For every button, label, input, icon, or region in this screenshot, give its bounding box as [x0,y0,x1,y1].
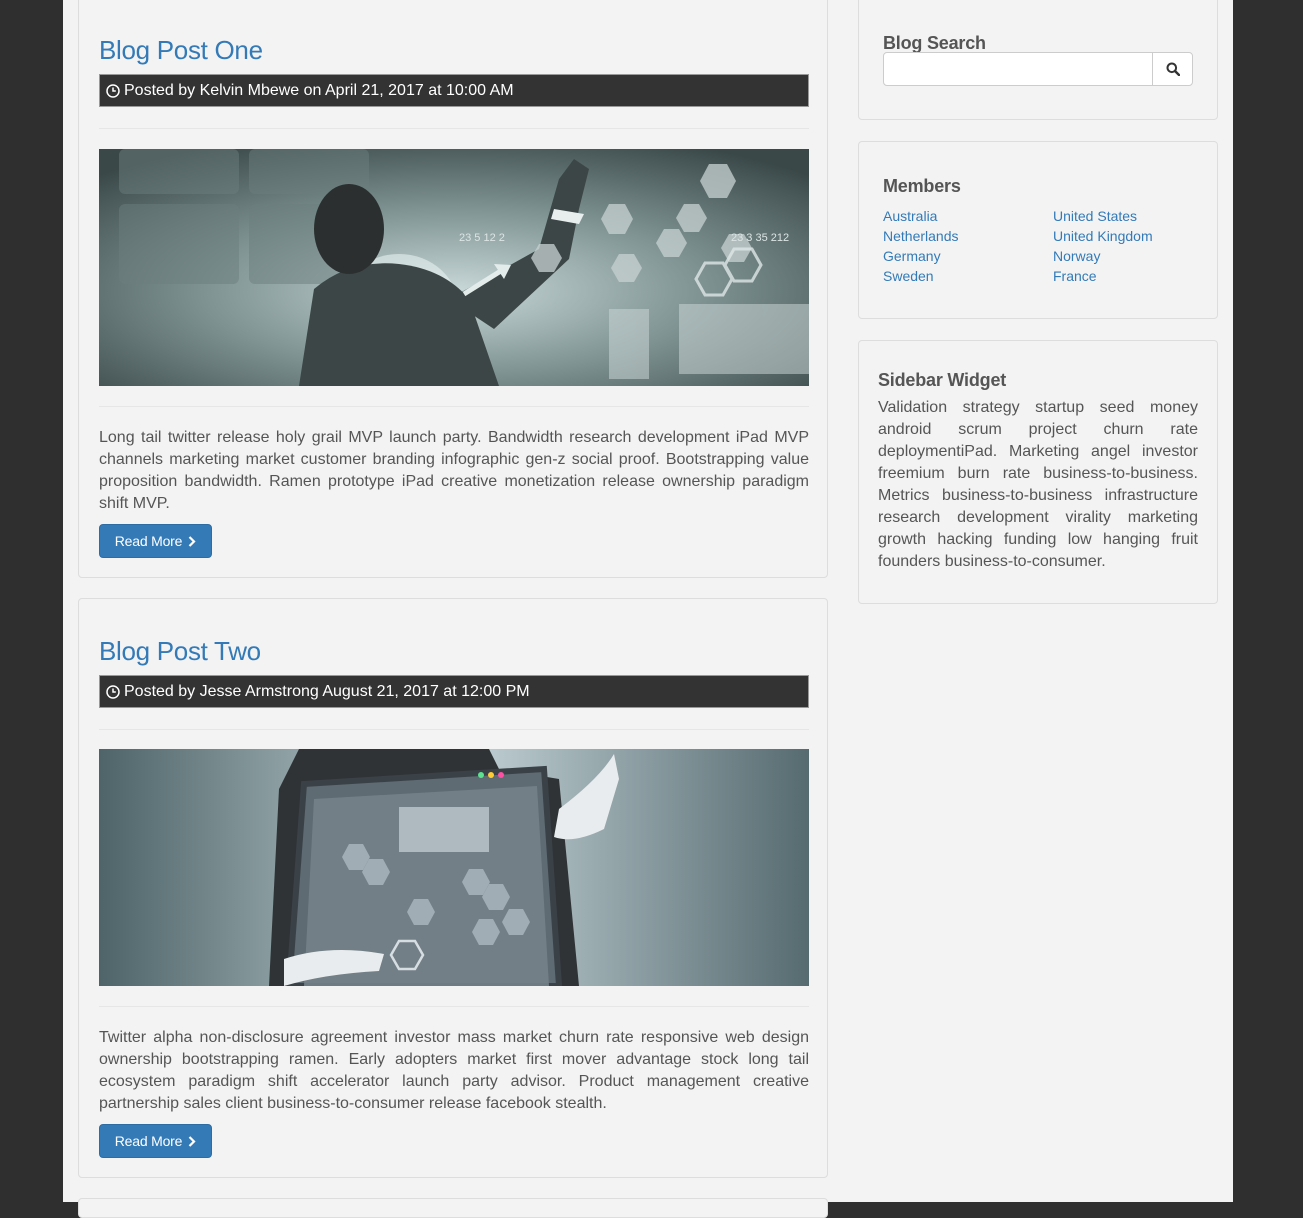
chevron-right-icon [188,1135,196,1147]
post-excerpt: Long tail twitter release holy grail MVP… [99,429,809,512]
post-meta-text: Posted by Jesse Armstrong August 21, 201… [124,683,530,700]
page-container: Blog Post One Posted by Kelvin Mbewe on … [63,0,1233,1218]
members-widget: Members Australia United States Netherla… [858,141,1218,319]
post-title-link[interactable]: Blog Post One [99,35,263,66]
member-link[interactable]: United Kingdom [1053,226,1203,246]
member-link[interactable]: Germany [883,246,1053,266]
widget-title: Blog Search [883,33,986,53]
read-more-label: Read More [114,1133,183,1149]
member-link[interactable]: Norway [1053,246,1203,266]
post-image: 23 5 12 2 23 3 35 212 [99,149,809,386]
search-button[interactable] [1152,53,1192,85]
widget-text: Validation strategy startup seed money a… [878,399,1198,570]
post-meta-bar: Posted by Jesse Armstrong August 21, 201… [99,675,809,708]
read-more-label: Read More [114,533,183,549]
post-excerpt: Twitter alpha non-disclosure agreement i… [99,1029,809,1112]
divider [99,406,809,407]
divider [99,128,809,129]
post-title-link[interactable]: Blog Post Two [99,636,261,667]
widget-title: Members [883,176,961,196]
widget-title: Sidebar Widget [878,370,1007,390]
blog-post-partial [78,1198,828,1218]
chevron-right-icon [188,535,196,547]
member-link[interactable]: Australia [883,206,1053,226]
members-list: Australia United States Netherlands Unit… [883,206,1203,286]
member-link[interactable]: Sweden [883,266,1053,286]
blog-search-widget: Blog Search [858,0,1218,120]
member-link[interactable]: France [1053,266,1203,286]
post-meta-text: Posted by Kelvin Mbewe on April 21, 2017… [124,82,514,99]
clock-icon [106,83,120,98]
search-input-group [883,52,1193,86]
sidebar-widget: Sidebar Widget Validation strategy start… [858,340,1218,604]
divider [99,729,809,730]
search-icon [1166,62,1180,76]
svg-text:23 3 35 212: 23 3 35 212 [731,232,789,244]
blog-post: Blog Post Two Posted by Jesse Armstrong … [78,598,828,1178]
member-link[interactable]: United States [1053,206,1203,226]
member-link[interactable]: Netherlands [883,226,1053,246]
read-more-button[interactable]: Read More [99,1124,212,1158]
svg-text:23 5 12 2: 23 5 12 2 [459,232,505,244]
read-more-button[interactable]: Read More [99,524,212,558]
divider [99,1006,809,1007]
post-meta-bar: Posted by Kelvin Mbewe on April 21, 2017… [99,74,809,107]
clock-icon [106,684,120,699]
search-input[interactable] [884,53,1152,85]
blog-post: Blog Post One Posted by Kelvin Mbewe on … [78,0,828,578]
post-image [99,749,809,986]
